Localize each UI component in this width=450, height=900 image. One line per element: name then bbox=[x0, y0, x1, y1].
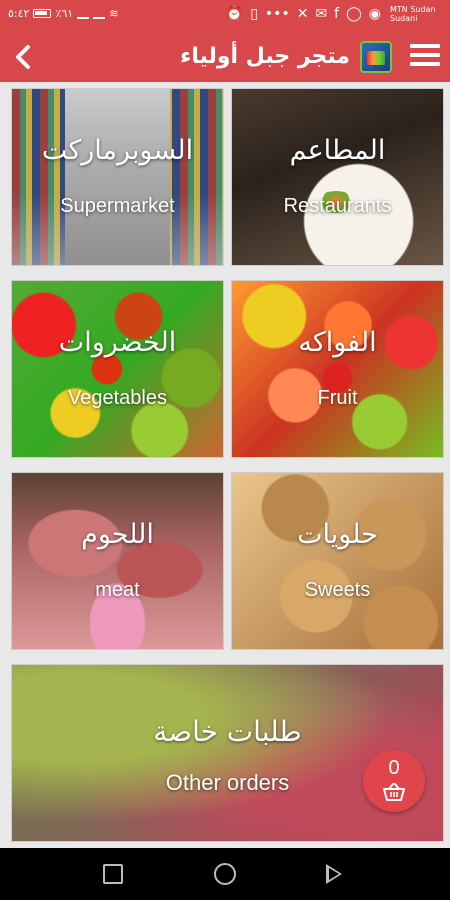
battery-icon bbox=[33, 9, 52, 18]
whatsapp-icon: ◯ bbox=[346, 6, 362, 22]
app-toolbar: متجر جبل أولياء bbox=[0, 32, 450, 82]
restaurants-image bbox=[232, 89, 443, 265]
category-sweets[interactable]: حلويات Sweets bbox=[231, 472, 444, 650]
missed-call-icon: ✕ bbox=[296, 6, 309, 22]
category-label-ar: السوبرماركت bbox=[41, 135, 194, 166]
signal-icon bbox=[77, 9, 90, 19]
back-button[interactable] bbox=[8, 40, 38, 74]
category-label-en: Vegetables bbox=[68, 387, 167, 409]
battery-text: ٪٦١ bbox=[55, 7, 74, 20]
wifi-icon: ≋ bbox=[109, 7, 119, 20]
category-supermarket[interactable]: السوبرماركت Supermarket bbox=[11, 88, 224, 266]
signal-icon-2 bbox=[93, 9, 106, 19]
category-label-ar: اللحوم bbox=[81, 519, 154, 550]
category-label-en: Supermarket bbox=[60, 195, 175, 217]
sweets-image bbox=[232, 473, 443, 649]
shopping-basket-icon bbox=[383, 783, 405, 801]
nav-back-icon[interactable] bbox=[326, 864, 342, 884]
cart-button[interactable]: 0 bbox=[363, 750, 425, 812]
category-meat[interactable]: اللحوم meat bbox=[11, 472, 224, 650]
category-vegetables[interactable]: الخضروات Vegetables bbox=[11, 280, 224, 458]
vibrate-icon: ▯ bbox=[250, 6, 258, 22]
facebook-icon: f bbox=[334, 6, 340, 22]
meat-image bbox=[12, 473, 223, 649]
home-icon[interactable] bbox=[214, 863, 236, 885]
menu-button[interactable] bbox=[410, 44, 440, 70]
alarm-icon: ⏰ bbox=[225, 6, 244, 22]
cart-count-badge: 0 bbox=[388, 757, 400, 779]
status-bar: ٥:٤٢ ٪٦١ ≋ ⏰ ▯ ••• ✕ ✉ f ◯ ◉ MTN Sudan S… bbox=[0, 0, 450, 32]
mail-icon: ✉ bbox=[315, 6, 328, 22]
vegetables-image bbox=[12, 281, 223, 457]
carrier-line2: Sudani bbox=[390, 14, 418, 23]
category-label-ar: حلويات bbox=[297, 519, 378, 550]
supermarket-image bbox=[12, 89, 223, 265]
hamburger-menu-icon bbox=[410, 44, 440, 48]
time-text: ٥:٤٢ bbox=[8, 7, 30, 20]
app-logo bbox=[360, 41, 392, 73]
page-title: متجر جبل أولياء bbox=[180, 44, 350, 69]
category-label-en: Restaurants bbox=[283, 195, 392, 217]
category-label-ar: طلبات خاصة bbox=[153, 715, 302, 748]
category-label-ar: المطاعم bbox=[289, 135, 386, 166]
category-restaurants[interactable]: المطاعم Restaurants bbox=[231, 88, 444, 266]
category-fruit[interactable]: الفواكه Fruit bbox=[231, 280, 444, 458]
messenger-icon: ◉ bbox=[368, 6, 381, 22]
chevron-left-icon bbox=[16, 45, 30, 69]
fruit-image bbox=[232, 281, 443, 457]
category-label-en: Fruit bbox=[317, 387, 358, 409]
carrier-label: MTN Sudan Sudani bbox=[390, 5, 446, 23]
category-label-ar: الخضروات bbox=[58, 327, 177, 358]
recent-apps-icon[interactable] bbox=[103, 864, 123, 884]
more-dots-icon: ••• bbox=[264, 6, 290, 22]
system-nav-bar bbox=[0, 848, 450, 900]
category-label-en: meat bbox=[95, 579, 140, 601]
status-right: ⏰ ▯ ••• ✕ ✉ f ◯ ◉ MTN Sudan Sudani bbox=[226, 5, 446, 23]
carrier-line1: MTN Sudan bbox=[390, 5, 436, 14]
status-left: ٥:٤٢ ٪٦١ ≋ bbox=[8, 7, 118, 20]
category-label-ar: الفواكه bbox=[298, 327, 377, 358]
category-label-en: Sweets bbox=[304, 579, 371, 601]
